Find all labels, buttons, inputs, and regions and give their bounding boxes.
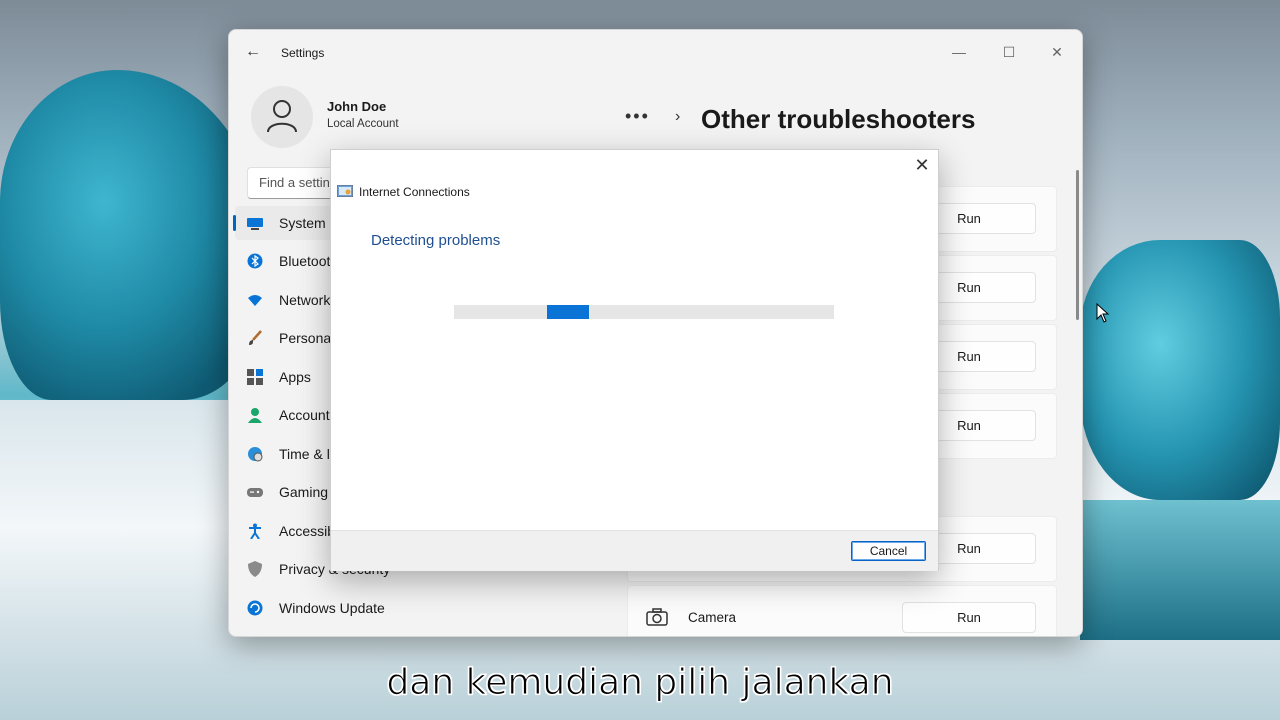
globe-clock-icon [248,447,263,462]
user-icon [267,100,297,133]
maximize-button[interactable]: ☐ [989,38,1029,66]
video-caption: dan kemudian pilih jalankan [386,662,894,704]
monitor-icon [247,218,263,230]
progress-bar [454,305,834,319]
run-button[interactable]: Run [902,602,1036,633]
wallpaper-iceberg-right [1080,240,1280,500]
shield-icon [248,561,262,577]
title-bar: ← Settings — ☐ ✕ [229,30,1082,74]
sidebar-item-label: System [279,215,326,231]
back-arrow-icon[interactable]: ← [245,44,261,60]
network-troubleshooter-icon [337,185,353,197]
app-title: Settings [281,46,325,60]
wifi-icon [248,295,262,306]
camera-icon [646,608,668,626]
camera-label: Camera [688,610,737,625]
accessibility-icon [249,523,261,539]
breadcrumb-overflow-button[interactable]: ••• [625,106,650,127]
update-icon [247,600,263,616]
brush-icon [249,330,262,345]
page-title: Other troubleshooters [701,104,976,134]
user-name: John Doe [327,99,387,114]
dialog-close-button[interactable]: ✕ [911,154,933,176]
sidebar-item-label: Apps [279,369,311,385]
apps-icon [247,369,263,385]
dialog-footer: Cancel [331,530,938,571]
sidebar-item-label: Gaming [279,484,329,500]
chevron-right-icon: › [675,108,681,125]
wallpaper-water [1080,500,1280,640]
account-type: Local Account [327,118,399,130]
mouse-cursor-icon [1096,303,1110,323]
gamepad-icon [247,488,263,497]
minimize-button[interactable]: — [939,38,979,66]
bluetooth-icon [247,253,263,269]
dialog-title: Internet Connections [359,185,470,199]
wallpaper-iceberg-left [0,70,260,400]
sidebar-item-windows-update[interactable]: Windows Update [235,591,465,625]
sidebar-item-label: Accounts [279,407,337,423]
troubleshooter-card-camera: Camera Run [627,585,1057,636]
status-text: Detecting problems [371,232,501,249]
sidebar-item-label: Windows Update [279,600,385,616]
scrollbar[interactable] [1076,170,1079,320]
close-button[interactable]: ✕ [1037,38,1077,66]
internet-connections-dialog: ✕ Internet Connections Detecting problem… [330,149,939,571]
avatar[interactable] [251,86,313,148]
cancel-button[interactable]: Cancel [851,541,926,561]
person-icon [248,408,262,423]
progress-indicator [547,305,589,319]
